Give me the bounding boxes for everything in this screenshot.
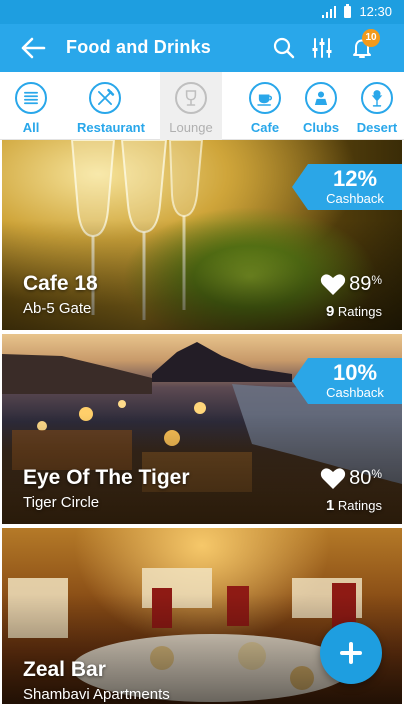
status-icons: 12:30	[322, 3, 392, 19]
status-bar: 12:30	[0, 0, 404, 24]
status-time: 12:30	[359, 4, 392, 19]
search-icon[interactable]	[272, 36, 296, 60]
venue-rating: 80% 1 Ratings	[292, 467, 382, 517]
coffee-cup-icon	[249, 82, 281, 114]
filter-icon[interactable]	[310, 36, 334, 60]
venue-location: Shambavi Apartments	[23, 686, 170, 703]
category-label: Cafe	[250, 120, 280, 135]
fork-knife-icon	[89, 82, 121, 114]
cashback-badge: 12% Cashback	[292, 164, 402, 210]
add-fab-button[interactable]	[320, 622, 382, 684]
category-label: All	[22, 120, 40, 135]
category-label: Desert	[356, 120, 398, 135]
ratings-count: 1	[325, 497, 335, 514]
wine-glass-icon	[175, 82, 207, 114]
dj-icon	[305, 82, 337, 114]
heart-icon	[320, 468, 346, 489]
category-cafe[interactable]: Cafe	[238, 72, 292, 140]
venue-location: Tiger Circle	[23, 494, 100, 511]
category-clubs[interactable]: Clubs	[294, 72, 348, 140]
battery-icon	[344, 3, 352, 18]
cashback-label: Cashback	[326, 191, 384, 206]
list-icon	[15, 82, 47, 114]
cashback-label: Cashback	[326, 385, 384, 400]
signal-icon	[322, 5, 337, 18]
category-label: Restaurant	[77, 120, 145, 135]
venue-name: Cafe 18	[23, 272, 98, 295]
ratings-label: Ratings	[337, 304, 382, 319]
category-bar: All Restaurant Lounge Cafe Clubs Desert	[0, 72, 404, 140]
venue-card[interactable]: 12% Cashback Cafe 18 Ab-5 Gate 89% 9 Rat…	[2, 140, 402, 330]
category-label: Lounge	[169, 120, 213, 135]
cashback-percent: 12%	[332, 166, 378, 191]
category-all[interactable]: All	[0, 72, 62, 140]
category-lounge[interactable]: Lounge	[160, 72, 222, 140]
cashback-badge: 10% Cashback	[292, 358, 402, 404]
notification-badge: 10	[362, 29, 380, 47]
rating-percent: 80	[349, 467, 372, 489]
app-bar: Food and Drinks	[0, 24, 404, 72]
page-title: Food and Drinks	[66, 37, 212, 57]
ratings-label: Ratings	[337, 498, 382, 513]
cashback-percent: 10%	[332, 360, 378, 385]
venue-name: Zeal Bar	[23, 658, 106, 681]
percent-sign: %	[371, 467, 382, 481]
category-label: Clubs	[302, 120, 340, 135]
category-desert[interactable]: Desert	[350, 72, 404, 140]
category-restaurant[interactable]: Restaurant	[62, 72, 160, 140]
heart-icon	[320, 274, 346, 295]
venue-card[interactable]: 10% Cashback Eye Of The Tiger Tiger Circ…	[2, 334, 402, 524]
rating-percent: 89	[349, 273, 372, 295]
venue-rating: 89% 9 Ratings	[292, 273, 382, 323]
back-arrow-icon[interactable]	[20, 36, 46, 60]
venue-location: Ab-5 Gate	[23, 300, 92, 317]
ratings-count: 9	[325, 303, 335, 320]
percent-sign: %	[371, 273, 382, 287]
venue-name: Eye Of The Tiger	[23, 466, 190, 489]
ice-cream-icon	[361, 82, 393, 114]
